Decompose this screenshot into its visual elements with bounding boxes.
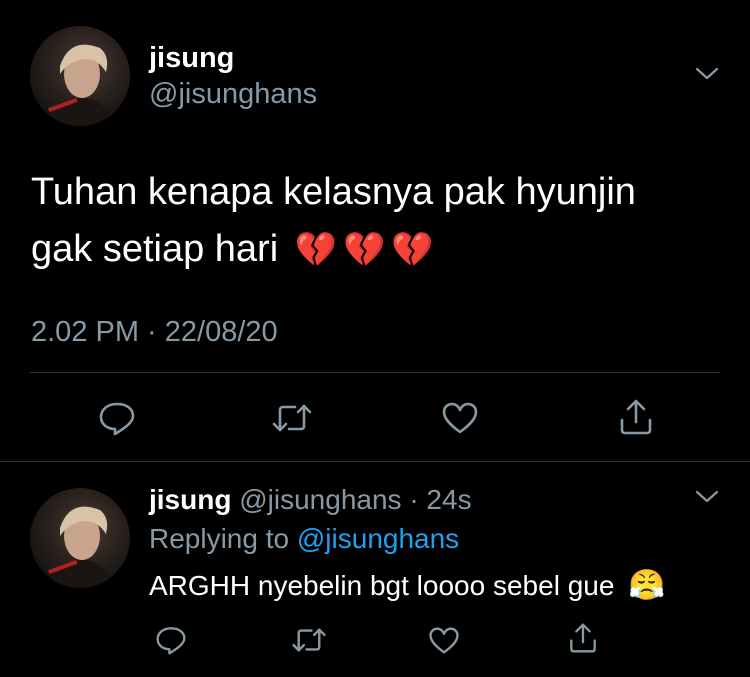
divider (0, 461, 750, 462)
avatar[interactable] (30, 26, 130, 126)
like-icon[interactable] (428, 626, 460, 655)
tweet-text-line-2: gak setiap hari 💔💔💔 (31, 221, 636, 279)
retweet-icon[interactable] (291, 626, 327, 654)
avatar-image (48, 506, 114, 588)
replying-to-label: Replying to (149, 523, 290, 554)
replying-to: Replying to @jisunghans (149, 523, 459, 555)
chevron-down-icon[interactable] (694, 65, 720, 83)
divider (30, 372, 720, 373)
retweet-icon[interactable] (271, 402, 313, 434)
reply-text-words: ARGHH nyebelin bgt loooo sebel gue (149, 570, 615, 601)
reply-icon[interactable] (155, 625, 187, 655)
share-icon[interactable] (568, 622, 598, 654)
reply-time[interactable]: · 24s (409, 484, 471, 515)
reply-icon[interactable] (98, 400, 136, 436)
share-icon[interactable] (618, 398, 654, 436)
chevron-down-icon[interactable] (694, 488, 720, 506)
reply-header: jisung @jisunghans · 24s (149, 484, 472, 516)
like-icon[interactable] (441, 401, 479, 435)
reply-handle[interactable]: @jisunghans (239, 484, 401, 515)
reply-display-name[interactable]: jisung (149, 484, 231, 515)
tweet-text-line-2-words: gak setiap hari (31, 228, 279, 270)
broken-heart-emoji: 💔💔💔 (294, 231, 440, 269)
tweet-text: Tuhan kenapa kelasnya pak hyunjin gak se… (31, 164, 636, 279)
display-name[interactable]: jisung (149, 42, 234, 74)
avatar[interactable] (30, 488, 130, 588)
handle[interactable]: @jisunghans (149, 78, 317, 110)
angry-face-emoji: 😤 (628, 569, 666, 602)
timestamp[interactable]: 2.02 PM · 22/08/20 (31, 316, 278, 348)
avatar-image (48, 44, 114, 126)
reply-text: ARGHH nyebelin bgt loooo sebel gue 😤 (149, 568, 666, 604)
replying-to-handle-link[interactable]: @jisunghans (297, 523, 459, 554)
tweet-text-line-1: Tuhan kenapa kelasnya pak hyunjin (31, 171, 636, 213)
